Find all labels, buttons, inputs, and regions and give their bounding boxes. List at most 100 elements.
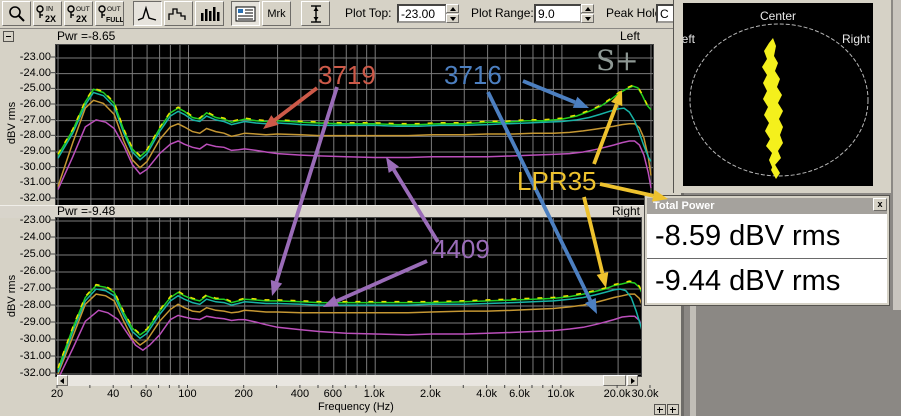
series-magenta (58, 309, 641, 376)
scroll-left-button[interactable] (57, 375, 68, 386)
plot-range-input[interactable] (534, 4, 582, 23)
y-tick-label: -24.00 (19, 66, 51, 79)
zoom-out-full-button[interactable]: OUT FULL (95, 1, 124, 26)
toolbar: IN 2X OUT 2X OUT FULL Mrk Plot Top: -23.… (0, 0, 694, 29)
x-tick-label: 200 (234, 388, 253, 400)
background-window-edge (893, 0, 901, 310)
zoom-in-2x-button[interactable]: IN 2X (33, 1, 62, 26)
scope-center-label: Center (759, 9, 797, 23)
y-scale-button[interactable] (301, 1, 330, 26)
key-out-full-icon: OUT FULL (98, 4, 123, 24)
analyzer-window: IN 2X OUT 2X OUT FULL Mrk Plot Top: -23.… (0, 0, 694, 416)
key-label-top: IN (46, 6, 53, 13)
key-label-bottom: 2X (76, 14, 87, 24)
key-label-top: OUT (76, 6, 90, 13)
x-tick-label: 100 (178, 388, 197, 400)
expand-plot-button-2[interactable] (667, 404, 679, 415)
x-tick-label: 10.0k (547, 388, 575, 400)
y-tick-label: -25.00 (19, 82, 51, 95)
left-channel-label: Left (619, 29, 640, 43)
background-window-edge (690, 306, 696, 416)
y-tick-label: -28.00 (19, 299, 51, 311)
left-arrow-icon (60, 378, 64, 384)
plot-top-label: Plot Top: (345, 6, 392, 20)
plot-top-input[interactable] (397, 4, 447, 23)
y-tick-label: -29.00 (19, 316, 51, 328)
spin-up-icon[interactable] (446, 4, 459, 13)
right-channel-plot[interactable] (55, 217, 642, 377)
x-tick-label: 600 (323, 388, 342, 400)
ibeam-range-icon (310, 4, 321, 23)
y-tick-label: -26.00 (19, 265, 51, 277)
y-tick-label: -23.00 (19, 214, 51, 226)
magnifier-icon (8, 5, 25, 22)
scrollbar-thumb[interactable] (603, 375, 626, 386)
marker-button[interactable]: Mrk (262, 1, 291, 26)
plot-range-spinner[interactable] (581, 4, 594, 23)
values-panel-button[interactable] (231, 1, 260, 26)
x-tick-label: 2.0k (419, 388, 441, 400)
horizontal-scrollbar[interactable] (57, 375, 638, 386)
y-tick-label: -23.00 (19, 51, 51, 63)
marker-button-label: Mrk (267, 7, 286, 20)
scope-left-label: Left (683, 32, 696, 46)
y-tick-label: -27.00 (19, 282, 51, 294)
x-tick-label: 20 (50, 388, 64, 400)
x-tick-label: 60 (139, 388, 153, 400)
phase-scope-display: Center Left Right (683, 3, 873, 186)
bar-view-button[interactable] (195, 1, 224, 26)
spin-up-icon[interactable] (581, 4, 594, 13)
y-tick-label: -32.00 (19, 192, 51, 204)
total-power-window: Total Power x -8.59 dBV rms -9.44 dBV rm… (644, 195, 890, 306)
plot-top-spinner[interactable] (446, 4, 459, 23)
phase-scope-window: Center Left Right (673, 0, 891, 193)
step-curve-icon (168, 7, 186, 20)
y-tick-label: -24.00 (19, 231, 51, 243)
expand-plot-button-1[interactable] (654, 404, 666, 415)
right-arrow-icon (631, 378, 635, 384)
watermark-logo: S+ (596, 44, 639, 77)
series-peak-hold (57, 280, 641, 369)
scope-right-label: Right (841, 32, 870, 46)
zoom-out-2x-button[interactable]: OUT 2X (64, 1, 93, 26)
y-tick-label: -29.00 (19, 145, 51, 157)
left-channel-plot[interactable] (55, 44, 654, 208)
scroll-right-button[interactable] (627, 375, 638, 386)
y-tick-label: -31.00 (19, 176, 51, 189)
spectrum-curve-icon (137, 5, 157, 21)
right-channel-label: Right (611, 204, 640, 218)
x-tick-label: 30.0k (631, 388, 659, 400)
phase-scope-canvas (689, 23, 869, 179)
spin-down-icon[interactable] (446, 14, 459, 23)
x-tick-label: 6.0k (509, 388, 530, 400)
lissajous-blob (762, 38, 783, 171)
plot-range-label: Plot Range: (471, 6, 534, 20)
values-legend-icon (235, 6, 256, 21)
key-out-2x-icon: OUT2X (67, 4, 90, 24)
zoom-select-button[interactable] (2, 1, 31, 26)
left-power-readout: Pwr =-8.65 (57, 29, 116, 43)
total-power-left-value: -8.59 dBV rms (647, 214, 887, 259)
collapse-plot-button[interactable] (3, 31, 14, 42)
right-plot-y-axis-title: dBV rms (6, 274, 18, 318)
right-power-readout: Pwr =-9.48 (57, 204, 116, 218)
y-tick-label: -25.00 (19, 248, 51, 260)
step-view-button[interactable] (164, 1, 193, 26)
close-icon[interactable]: x (873, 198, 887, 211)
x-tick-label: 1.0k (363, 388, 385, 400)
key-label-bottom: FULL (106, 17, 123, 24)
y-tick-label: -31.00 (19, 350, 51, 362)
series-green (57, 281, 641, 370)
spectrum-view-button[interactable] (133, 1, 162, 26)
y-tick-label: -30.00 (19, 333, 51, 345)
y-tick-label: -30.00 (19, 160, 51, 173)
bar-graph-icon (201, 6, 220, 21)
key-label-bottom: 2X (45, 14, 56, 24)
y-tick-label: -32.00 (19, 367, 51, 379)
y-tick-label: -26.00 (19, 98, 51, 110)
y-tick-label: -28.00 (19, 129, 51, 142)
key-in-2x-icon: IN2X (36, 4, 56, 24)
total-power-titlebar[interactable]: Total Power (647, 198, 887, 214)
total-power-right-value: -9.44 dBV rms (647, 259, 887, 303)
spin-down-icon[interactable] (581, 14, 594, 23)
